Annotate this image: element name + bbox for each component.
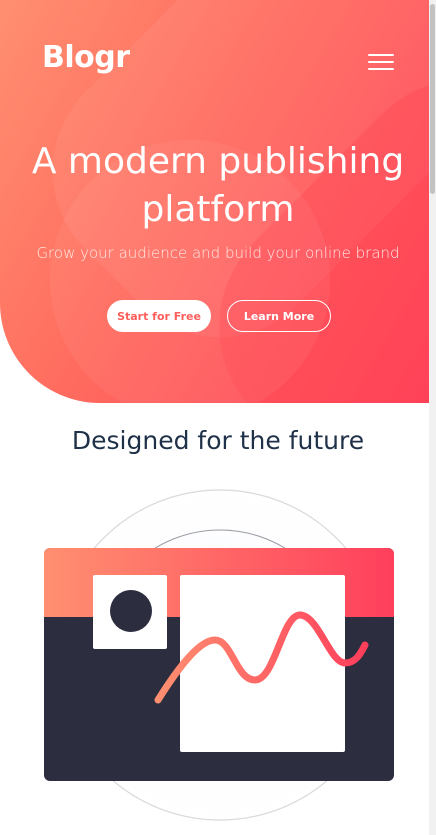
hero-subtitle: Grow your audience and build your online… (36, 244, 400, 262)
scrollbar[interactable] (429, 0, 436, 835)
hamburger-menu-icon[interactable] (368, 54, 394, 70)
scrollbar-thumb[interactable] (430, 4, 435, 194)
hero-title-line: platform (141, 189, 295, 230)
hero-title-line: A modern publishing (31, 141, 405, 182)
editor-illustration (30, 480, 410, 835)
chart-card (180, 575, 345, 752)
avatar-circle (110, 590, 152, 632)
start-for-free-button[interactable]: Start for Free (107, 300, 211, 332)
logo[interactable]: Blogr (42, 40, 130, 75)
hero-section: Blogr A modern publishing platform Grow … (0, 0, 436, 403)
section-title: Designed for the future (71, 426, 365, 455)
hero-title: A modern publishing platform (0, 138, 436, 234)
learn-more-button[interactable]: Learn More (227, 300, 331, 332)
page: Blogr A modern publishing platform Grow … (0, 0, 436, 835)
